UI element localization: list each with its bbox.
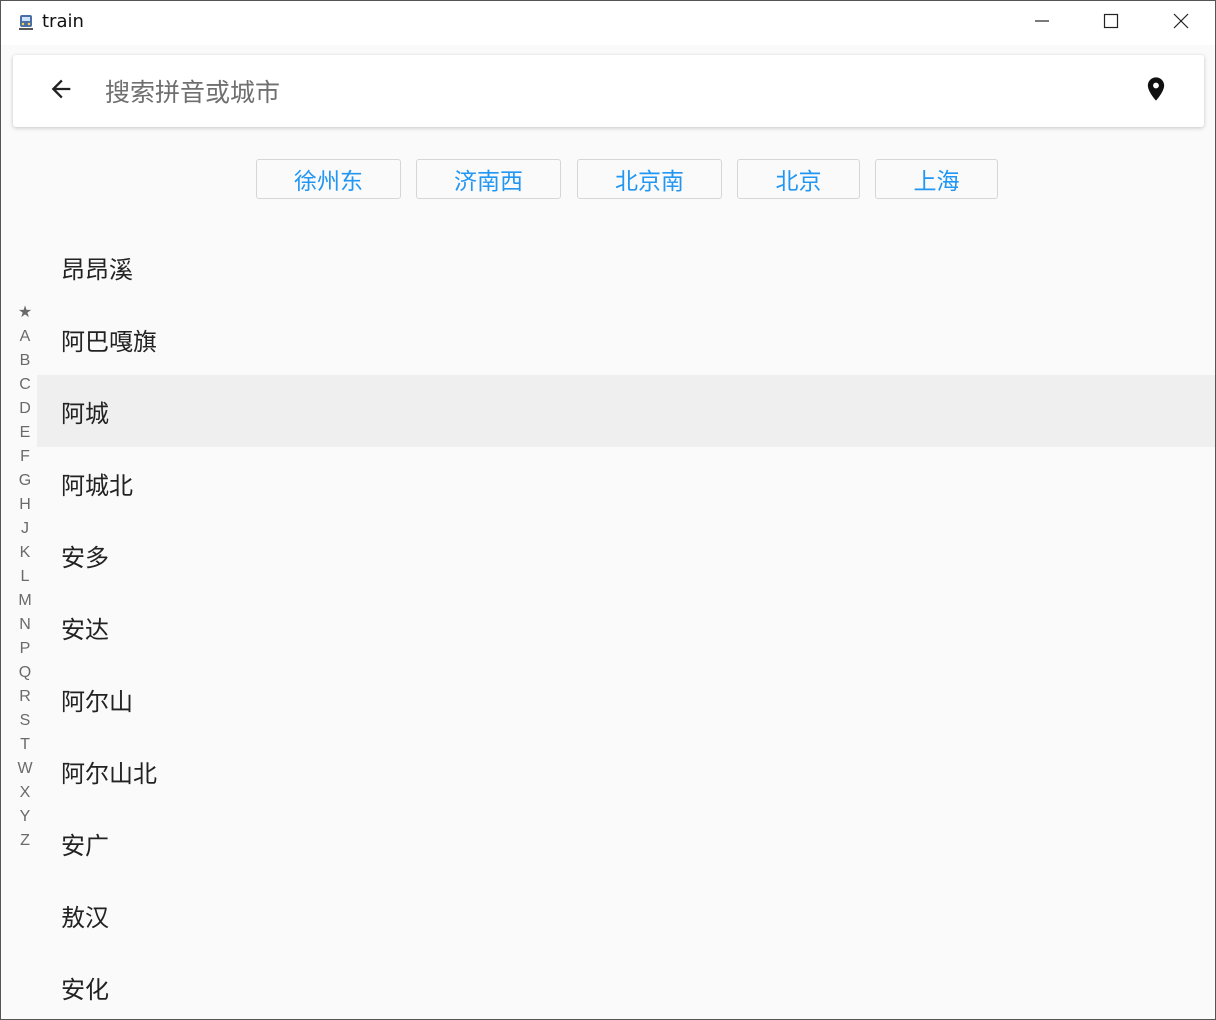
index-letter[interactable]: A: [13, 325, 37, 349]
hot-city-chip[interactable]: 北京: [737, 159, 860, 199]
hot-city-chip[interactable]: 北京南: [577, 159, 722, 199]
city-name: 安化: [61, 975, 109, 1004]
title-bar: train: [1, 1, 1215, 45]
city-name: 阿尔山北: [61, 759, 157, 788]
location-button[interactable]: [1138, 73, 1174, 109]
city-name: 昂昂溪: [61, 255, 133, 284]
index-letter[interactable]: R: [13, 685, 37, 709]
index-letter[interactable]: Q: [13, 661, 37, 685]
back-button[interactable]: [43, 73, 79, 109]
index-letter[interactable]: J: [13, 517, 37, 541]
index-letter[interactable]: T: [13, 733, 37, 757]
maximize-button[interactable]: [1076, 1, 1146, 45]
index-letter[interactable]: W: [13, 757, 37, 781]
search-input[interactable]: [103, 69, 1107, 115]
index-letter[interactable]: K: [13, 541, 37, 565]
city-name: 阿城: [61, 399, 109, 428]
window-title: train: [42, 11, 84, 32]
index-letter[interactable]: F: [13, 445, 37, 469]
minimize-button[interactable]: [1007, 1, 1077, 45]
index-letter[interactable]: E: [13, 421, 37, 445]
city-list-item[interactable]: 安广: [37, 807, 1215, 879]
city-list-item[interactable]: 昂昂溪: [37, 231, 1215, 303]
location-pin-icon: [1142, 74, 1170, 108]
index-letter[interactable]: D: [13, 397, 37, 421]
city-list-item[interactable]: 安化: [37, 951, 1215, 1019]
index-letter[interactable]: M: [13, 589, 37, 613]
index-letter[interactable]: C: [13, 373, 37, 397]
city-list-item[interactable]: 阿城: [37, 375, 1215, 447]
city-name: 阿巴嘎旗: [61, 327, 157, 356]
index-letter[interactable]: L: [13, 565, 37, 589]
close-icon: [1172, 12, 1190, 34]
city-name: 阿城北: [61, 471, 133, 500]
index-letter[interactable]: Z: [13, 829, 37, 853]
hot-city-chip[interactable]: 济南西: [416, 159, 561, 199]
index-letter[interactable]: H: [13, 493, 37, 517]
city-list-item[interactable]: 安达: [37, 591, 1215, 663]
city-list-item[interactable]: 阿巴嘎旗: [37, 303, 1215, 375]
index-letter[interactable]: B: [13, 349, 37, 373]
city-name: 敖汉: [61, 903, 109, 932]
index-letter[interactable]: G: [13, 469, 37, 493]
city-list-item[interactable]: 安多: [37, 519, 1215, 591]
hot-city-chip[interactable]: 徐州东: [256, 159, 401, 199]
index-letter[interactable]: N: [13, 613, 37, 637]
index-star[interactable]: ★: [13, 301, 37, 325]
alphabet-index: ★ A B C D E F G H J K L M N P Q R S T W X Y Z: [13, 301, 37, 853]
city-name: 安广: [61, 831, 109, 860]
search-bar: [13, 55, 1204, 127]
city-list-item[interactable]: 阿尔山: [37, 663, 1215, 735]
index-letter[interactable]: S: [13, 709, 37, 733]
app-window: train 徐州东 济南西: [0, 0, 1216, 1020]
city-list-item[interactable]: 阿城北: [37, 447, 1215, 519]
index-letter[interactable]: Y: [13, 805, 37, 829]
city-list-item[interactable]: 阿尔山北: [37, 735, 1215, 807]
train-app-icon: [17, 14, 35, 32]
minimize-icon: [1034, 13, 1050, 33]
city-name: 阿尔山: [61, 687, 133, 716]
index-letter[interactable]: X: [13, 781, 37, 805]
city-name: 安达: [61, 615, 109, 644]
arrow-left-icon: [47, 75, 75, 107]
close-button[interactable]: [1146, 1, 1215, 45]
city-list-item[interactable]: 敖汉: [37, 879, 1215, 951]
maximize-icon: [1103, 13, 1119, 33]
hot-city-chip[interactable]: 上海: [875, 159, 998, 199]
index-letter[interactable]: P: [13, 637, 37, 661]
city-list: 昂昂溪阿巴嘎旗阿城阿城北安多安达阿尔山阿尔山北安广敖汉安化: [37, 231, 1215, 1019]
city-name: 安多: [61, 543, 109, 572]
